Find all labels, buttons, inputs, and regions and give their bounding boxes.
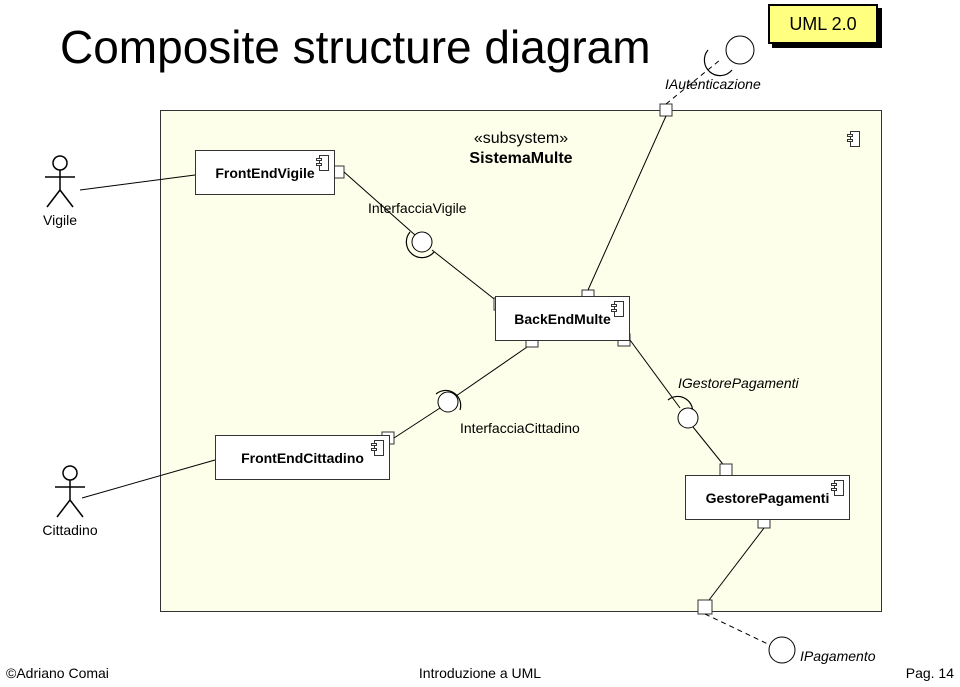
actor-cittadino: Cittadino xyxy=(35,465,105,538)
interface-interfacciacittadino: InterfacciaCittadino xyxy=(460,420,580,436)
component-backendmulte: BackEndMulte xyxy=(495,296,630,341)
actor-icon xyxy=(50,465,90,520)
component-label: FrontEndCittadino xyxy=(241,450,364,466)
interface-ipagamento: IPagamento xyxy=(800,648,876,664)
actor-icon xyxy=(40,155,80,210)
component-frontendcittadino: FrontEndCittadino xyxy=(215,435,390,480)
component-frontendvigile: FrontEndVigile xyxy=(195,150,335,195)
footer-center: Introduzione a UML xyxy=(0,665,960,681)
component-label: GestorePagamenti xyxy=(706,490,830,506)
connector-layer xyxy=(0,0,960,687)
component-icon xyxy=(371,440,385,456)
component-icon xyxy=(831,480,845,496)
actor-vigile: Vigile xyxy=(35,155,85,228)
interface-interfacciavigile: InterfacciaVigile xyxy=(368,200,467,216)
actor-label: Cittadino xyxy=(35,522,105,538)
component-icon xyxy=(611,301,625,317)
component-icon xyxy=(316,155,330,171)
footer-right: Pag. 14 xyxy=(906,665,954,681)
component-gestorepagamenti: GestorePagamenti xyxy=(685,475,850,520)
component-label: BackEndMulte xyxy=(514,311,610,327)
component-label: FrontEndVigile xyxy=(215,165,314,181)
interface-iautenticazione: IAutenticazione xyxy=(665,76,761,92)
actor-label: Vigile xyxy=(35,212,85,228)
interface-igestorepagamenti: IGestorePagamenti xyxy=(678,375,799,391)
